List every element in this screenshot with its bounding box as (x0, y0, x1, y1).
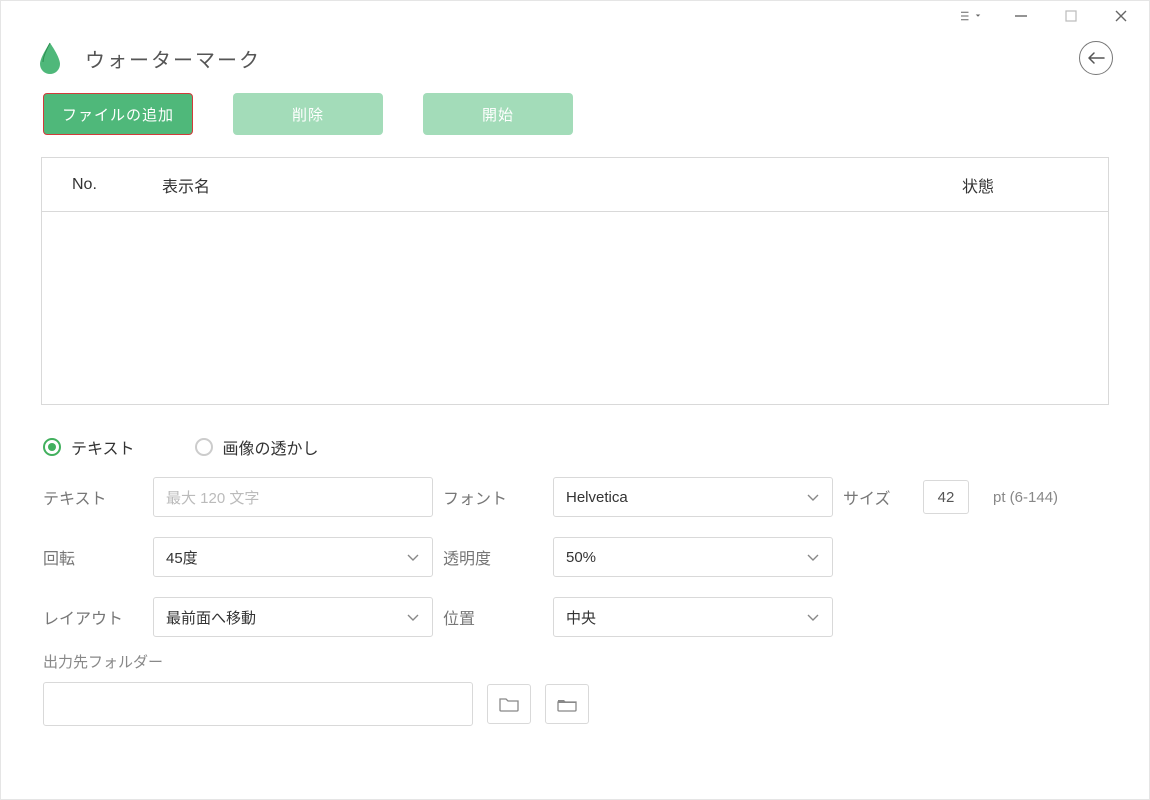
page-header: ウォーターマーク (1, 1, 1149, 75)
output-label: 出力先フォルダー (43, 651, 1107, 672)
size-input[interactable]: 42 (923, 480, 969, 514)
position-select[interactable]: 中央 (553, 597, 833, 637)
font-select[interactable]: Helvetica (553, 477, 833, 517)
chevron-down-icon (806, 552, 820, 562)
text-label: テキスト (43, 485, 143, 509)
layout-label: レイアウト (43, 605, 143, 629)
radio-image-label: 画像の透かし (223, 435, 319, 459)
radio-image-indicator (195, 438, 213, 456)
output-path-input[interactable] (43, 682, 473, 726)
opacity-value: 50% (566, 549, 596, 566)
watermark-drop-icon (37, 41, 63, 75)
radio-image[interactable]: 画像の透かし (195, 435, 319, 459)
col-no: No. (72, 176, 162, 194)
radio-text-indicator (43, 438, 61, 456)
size-hint: pt (6-144) (993, 489, 1113, 506)
file-table: No. 表示名 状態 (41, 157, 1109, 405)
output-section: 出力先フォルダー (1, 637, 1149, 726)
size-label: サイズ (843, 485, 913, 509)
chevron-down-icon (806, 492, 820, 502)
font-label: フォント (443, 485, 543, 509)
table-body-empty (42, 212, 1108, 404)
open-output-button[interactable] (545, 684, 589, 724)
position-value: 中央 (566, 607, 596, 628)
layout-value: 最前面へ移動 (166, 607, 256, 628)
rotation-value: 45度 (166, 547, 198, 568)
layout-select[interactable]: 最前面へ移動 (153, 597, 433, 637)
chevron-down-icon (406, 552, 420, 562)
delete-button[interactable]: 削除 (233, 93, 383, 135)
chevron-down-icon (806, 612, 820, 622)
back-button[interactable] (1079, 41, 1113, 75)
page-title: ウォーターマーク (85, 44, 261, 73)
radio-text-label: テキスト (71, 435, 135, 459)
size-value: 42 (938, 489, 955, 506)
rotation-label: 回転 (43, 545, 143, 569)
add-file-label: ファイルの追加 (62, 104, 174, 125)
position-label: 位置 (443, 605, 543, 629)
col-name: 表示名 (162, 173, 878, 197)
folder-icon (499, 696, 519, 712)
chevron-down-icon (406, 612, 420, 622)
add-file-button[interactable]: ファイルの追加 (43, 93, 193, 135)
folder-open-icon (557, 696, 577, 712)
radio-text[interactable]: テキスト (43, 435, 135, 459)
opacity-label: 透明度 (443, 545, 543, 569)
action-buttons: ファイルの追加 削除 開始 (1, 75, 1149, 135)
browse-folder-button[interactable] (487, 684, 531, 724)
col-state: 状態 (878, 173, 1078, 197)
text-input[interactable]: 最大 120 文字 (153, 477, 433, 517)
rotation-select[interactable]: 45度 (153, 537, 433, 577)
font-value: Helvetica (566, 489, 628, 506)
delete-label: 削除 (292, 104, 324, 125)
text-placeholder: 最大 120 文字 (166, 487, 259, 508)
watermark-form: テキスト 最大 120 文字 フォント Helvetica サイズ 42 pt … (1, 459, 1149, 637)
start-label: 開始 (482, 104, 514, 125)
table-header: No. 表示名 状態 (42, 158, 1108, 212)
start-button[interactable]: 開始 (423, 93, 573, 135)
watermark-type-radios: テキスト 画像の透かし (1, 405, 1149, 459)
opacity-select[interactable]: 50% (553, 537, 833, 577)
